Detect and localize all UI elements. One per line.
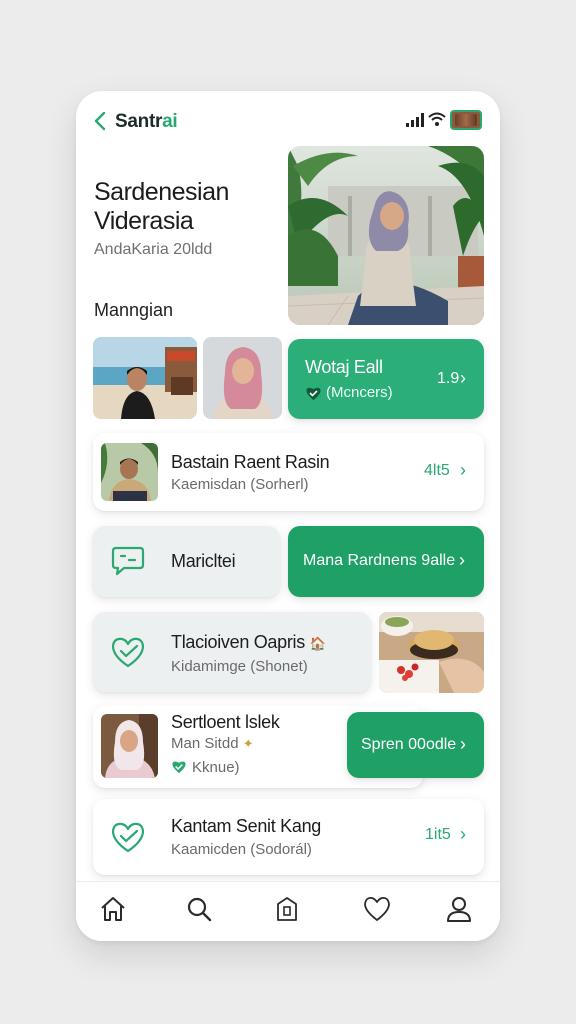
item-thumbnail — [101, 443, 158, 501]
wifi-icon — [428, 112, 446, 126]
app-title-accent: ai — [162, 111, 178, 132]
verified-heart-icon — [306, 387, 321, 400]
home-badge-icon: 🏠 — [309, 636, 326, 651]
search-icon[interactable] — [184, 894, 214, 924]
item-title-text: Tlacioiven Oapris — [171, 632, 305, 652]
item-title: Sertloent lslek — [171, 712, 280, 732]
action-button[interactable]: Mana Rardnens 9alle › — [288, 526, 484, 597]
list-item[interactable]: Maricltei — [93, 526, 280, 597]
item-subtitle: Man Sitdd ✦ — [171, 735, 254, 752]
chevron-right-icon: › — [459, 550, 465, 570]
action-label: Spren 00odle — [361, 736, 457, 753]
bottom-tab-bar — [76, 881, 500, 941]
item-subtitle: Kaamicden (Sodorál) — [171, 841, 312, 858]
list-item[interactable]: Bastain Raent Rasin Kaemisdan (Sorherl) … — [93, 433, 484, 511]
page-title: Sardenesian Viderasia — [94, 178, 229, 235]
profile-icon[interactable] — [444, 894, 474, 924]
item-subtitle-text: Man Sitdd — [171, 735, 239, 752]
bookmark-icon[interactable] — [272, 894, 302, 924]
item-title: Kantam Senit Kang — [171, 816, 322, 836]
item-meta: Kknue) — [192, 759, 240, 776]
highlight-title: Wotaj Eall — [305, 357, 383, 377]
heart-icon[interactable] — [362, 894, 392, 924]
hero-photo[interactable] — [288, 146, 484, 325]
list-item[interactable]: Kantam Senit Kang Kaamicden (Sodorál) 1i… — [93, 799, 484, 875]
action-button[interactable]: Spren 00odle › — [347, 712, 484, 778]
item-count: 1it5 — [425, 826, 451, 843]
signal-icon — [406, 113, 424, 127]
thumbnail-beach[interactable] — [93, 337, 197, 419]
verified-heart-icon — [172, 761, 186, 774]
page-subtitle: AndaKaria 20ldd — [94, 241, 213, 258]
chevron-right-icon: › — [460, 460, 466, 480]
highlight-card[interactable]: Wotaj Eall (Mcncers) 1.9 › — [288, 339, 484, 419]
heart-check-icon — [111, 822, 145, 853]
item-count: 4lt5 — [424, 462, 450, 479]
app-title: Santrai — [115, 111, 178, 133]
highlight-count: 1.9 — [437, 370, 460, 387]
phone-screen: Santrai Sardenesian Viderasia AndaKaria … — [76, 91, 500, 941]
sparkle-icon: ✦ — [242, 736, 254, 751]
item-thumbnail — [101, 714, 158, 778]
thumbnail-portrait[interactable] — [203, 337, 282, 419]
action-label: Mana Rardnens 9alle — [303, 552, 456, 569]
chevron-right-icon: › — [460, 734, 466, 754]
chat-icon — [111, 546, 145, 576]
heart-check-icon — [111, 637, 145, 668]
chevron-right-icon: › — [460, 368, 466, 388]
highlight-subtitle: (Mcncers) — [326, 384, 393, 401]
item-title: Bastain Raent Rasin — [171, 452, 330, 472]
home-icon[interactable] — [98, 894, 128, 924]
list-item[interactable]: Tlacioiven Oapris 🏠 Kidamimge (Shonet) — [93, 612, 371, 692]
food-photo[interactable] — [379, 612, 484, 693]
app-title-main: Santr — [115, 111, 163, 132]
item-subtitle: Kidamimge (Shonet) — [171, 658, 308, 675]
item-title: Maricltei — [171, 551, 236, 571]
item-subtitle: Kaemisdan (Sorherl) — [171, 476, 309, 493]
back-chevron-icon[interactable] — [92, 110, 110, 132]
section-heading: Manngian — [94, 300, 174, 320]
item-title: Tlacioiven Oapris 🏠 — [171, 632, 326, 653]
chevron-right-icon: › — [460, 824, 466, 844]
battery-icon — [450, 110, 482, 130]
